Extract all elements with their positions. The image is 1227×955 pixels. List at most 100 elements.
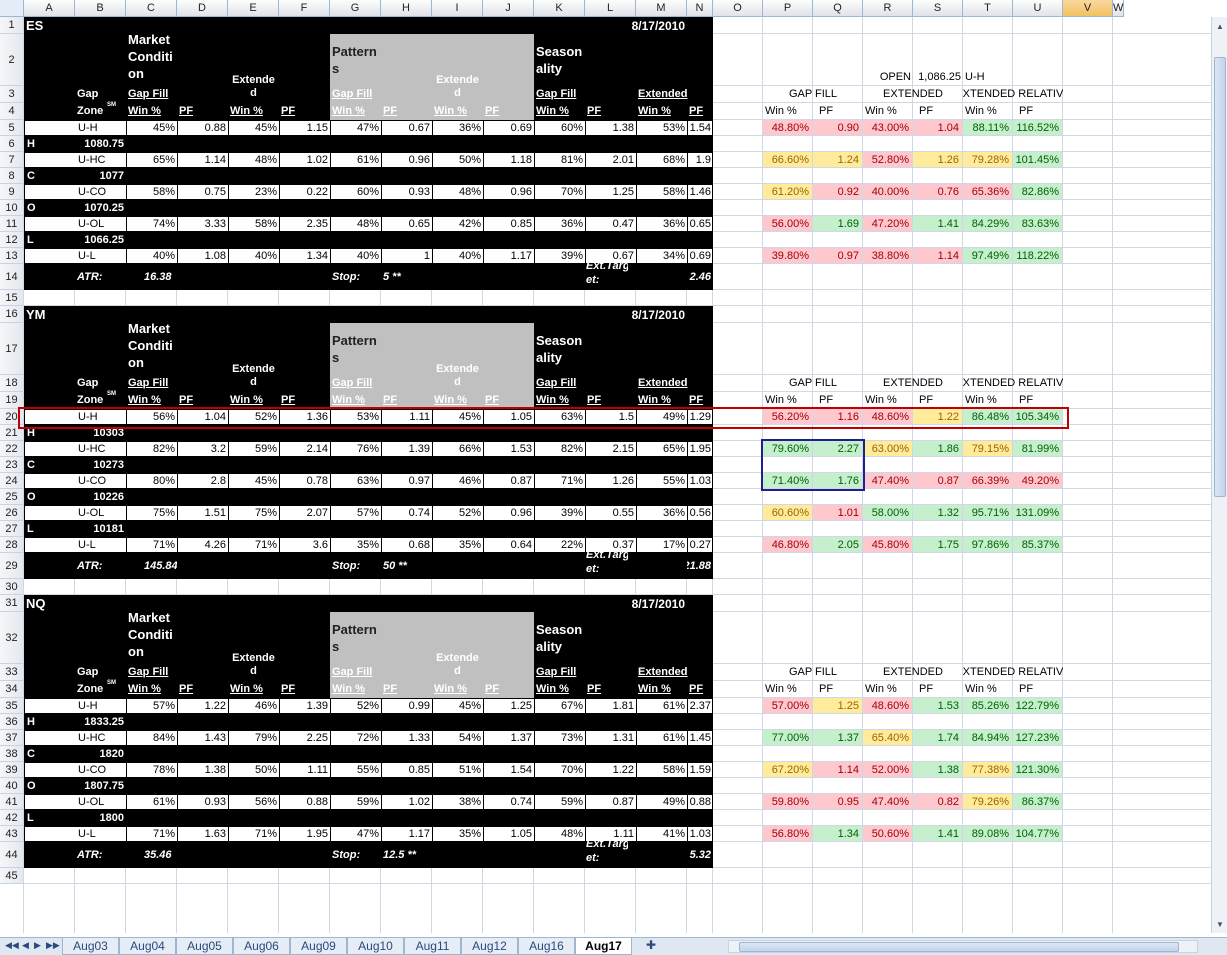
- right-data-cell[interactable]: 122.79%: [1013, 698, 1062, 713]
- right-data-cell[interactable]: 50.60%: [863, 826, 912, 841]
- right-data-cell[interactable]: 1.38: [913, 762, 962, 777]
- data-cell[interactable]: 1.22: [177, 698, 228, 714]
- data-cell[interactable]: 61%: [636, 730, 687, 746]
- right-data-cell[interactable]: 43.00%: [863, 120, 912, 135]
- right-data-cell[interactable]: 89.08%: [963, 826, 1012, 841]
- column-header[interactable]: Q: [813, 0, 863, 17]
- right-data-cell[interactable]: 40.00%: [863, 184, 912, 199]
- prev-sheet-icon[interactable]: ◀: [22, 940, 29, 951]
- column-header[interactable]: M: [636, 0, 687, 17]
- row-header[interactable]: 11: [0, 216, 24, 232]
- right-data-cell[interactable]: 79.26%: [963, 794, 1012, 809]
- data-cell[interactable]: 0.69: [483, 120, 534, 136]
- data-cell[interactable]: 82%: [126, 441, 177, 457]
- row-header[interactable]: 39: [0, 762, 24, 778]
- right-data-cell[interactable]: 57.00%: [763, 698, 812, 713]
- data-cell[interactable]: 1.38: [585, 120, 636, 136]
- data-cell[interactable]: 0.96: [483, 505, 534, 521]
- column-header[interactable]: R: [863, 0, 913, 17]
- data-cell[interactable]: 54%: [432, 730, 483, 746]
- data-cell[interactable]: 1.26: [585, 473, 636, 489]
- data-cell[interactable]: 66%: [432, 441, 483, 457]
- row-header[interactable]: 43: [0, 826, 24, 842]
- data-cell[interactable]: 1.03: [687, 473, 713, 489]
- data-cell[interactable]: 1.22: [585, 762, 636, 778]
- data-cell[interactable]: 0.87: [585, 794, 636, 810]
- right-data-cell[interactable]: 116.52%: [1013, 120, 1062, 135]
- data-cell[interactable]: 57%: [126, 698, 177, 714]
- right-data-cell[interactable]: 77.00%: [763, 730, 812, 745]
- right-data-cell[interactable]: 1.41: [913, 826, 962, 841]
- data-cell[interactable]: 1.37: [483, 730, 534, 746]
- zone-cell[interactable]: U-HC: [75, 152, 126, 168]
- data-cell[interactable]: 58%: [126, 184, 177, 200]
- zone-cell[interactable]: U-CO: [75, 762, 126, 778]
- row-header[interactable]: 6: [0, 136, 24, 152]
- data-cell[interactable]: 1.25: [483, 698, 534, 714]
- data-cell[interactable]: 1.9: [687, 152, 713, 168]
- data-cell[interactable]: 70%: [534, 762, 585, 778]
- column-header[interactable]: H: [381, 0, 432, 17]
- right-data-cell[interactable]: 47.40%: [863, 794, 912, 809]
- data-cell[interactable]: 71%: [228, 537, 279, 553]
- zone-cell[interactable]: U-CO: [75, 184, 126, 200]
- right-data-cell[interactable]: 56.00%: [763, 216, 812, 231]
- data-cell[interactable]: 45%: [126, 120, 177, 136]
- data-cell[interactable]: 1.45: [687, 730, 713, 746]
- column-header[interactable]: T: [963, 0, 1013, 17]
- data-cell[interactable]: 59%: [534, 794, 585, 810]
- column-header[interactable]: E: [228, 0, 279, 17]
- right-data-cell[interactable]: 97.86%: [963, 537, 1012, 552]
- right-data-cell[interactable]: 84.29%: [963, 216, 1012, 231]
- right-data-cell[interactable]: 48.80%: [763, 120, 812, 135]
- open-value[interactable]: 1,086.25: [913, 34, 963, 86]
- data-cell[interactable]: 1.51: [177, 505, 228, 521]
- data-cell[interactable]: 48%: [534, 826, 585, 842]
- data-cell[interactable]: 0.93: [177, 794, 228, 810]
- zone-cell[interactable]: U-L: [75, 537, 126, 553]
- right-data-cell[interactable]: 1.26: [913, 152, 962, 167]
- data-cell[interactable]: 40%: [330, 248, 381, 264]
- row-header[interactable]: 29: [0, 553, 24, 579]
- zone-cell[interactable]: U-OL: [75, 505, 126, 521]
- data-cell[interactable]: 0.99: [381, 698, 432, 714]
- data-cell[interactable]: 40%: [126, 248, 177, 264]
- data-cell[interactable]: 1.31: [585, 730, 636, 746]
- data-cell[interactable]: 1.33: [381, 730, 432, 746]
- data-cell[interactable]: 23%: [228, 184, 279, 200]
- right-data-cell[interactable]: 38.80%: [863, 248, 912, 263]
- data-cell[interactable]: 65%: [126, 152, 177, 168]
- data-cell[interactable]: 78%: [126, 762, 177, 778]
- right-data-cell[interactable]: 1.41: [913, 216, 962, 231]
- sheet-tab[interactable]: Aug16: [518, 938, 575, 955]
- data-cell[interactable]: 2.37: [687, 698, 713, 714]
- right-data-cell[interactable]: 1.69: [813, 216, 862, 231]
- data-cell[interactable]: 0.96: [483, 184, 534, 200]
- row-header[interactable]: 37: [0, 730, 24, 746]
- right-data-cell[interactable]: 47.40%: [863, 473, 912, 488]
- data-cell[interactable]: 1.11: [279, 762, 330, 778]
- data-cell[interactable]: 71%: [534, 473, 585, 489]
- sheet-tab[interactable]: Aug10: [347, 938, 404, 955]
- data-cell[interactable]: 1.59: [687, 762, 713, 778]
- data-cell[interactable]: 1.03: [687, 826, 713, 842]
- data-cell[interactable]: 73%: [534, 730, 585, 746]
- last-sheet-icon[interactable]: ▶▶: [46, 940, 60, 951]
- column-header[interactable]: A: [24, 0, 75, 17]
- data-cell[interactable]: 1.05: [483, 826, 534, 842]
- data-cell[interactable]: 1.54: [687, 120, 713, 136]
- right-data-cell[interactable]: 66.60%: [763, 152, 812, 167]
- data-cell[interactable]: 0.22: [279, 184, 330, 200]
- data-cell[interactable]: 1.53: [483, 441, 534, 457]
- column-header[interactable]: C: [126, 0, 177, 17]
- data-cell[interactable]: 82%: [534, 441, 585, 457]
- data-cell[interactable]: 1.17: [381, 826, 432, 842]
- row-header[interactable]: 27: [0, 521, 24, 537]
- right-data-cell[interactable]: 95.71%: [963, 505, 1012, 520]
- right-data-cell[interactable]: 60.60%: [763, 505, 812, 520]
- data-cell[interactable]: 36%: [534, 216, 585, 232]
- column-header[interactable]: V: [1063, 0, 1113, 17]
- right-data-cell[interactable]: 101.45%: [1013, 152, 1062, 167]
- data-cell[interactable]: 35%: [330, 537, 381, 553]
- data-cell[interactable]: 42%: [432, 216, 483, 232]
